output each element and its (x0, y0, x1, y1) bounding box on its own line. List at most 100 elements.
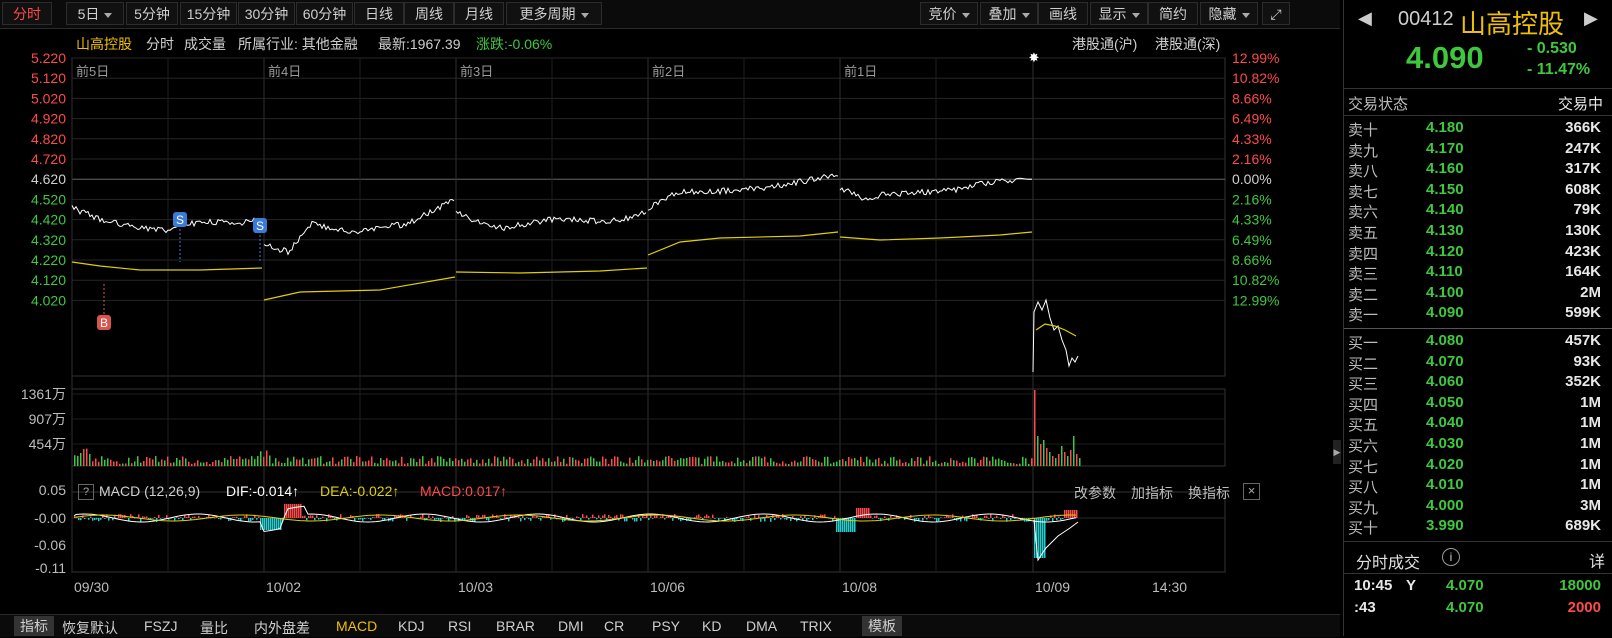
macd-bar (214, 518, 216, 519)
macd-bar (84, 518, 86, 519)
indicator-tab-0[interactable]: 指标 (14, 616, 54, 636)
order-book-row[interactable]: 买四4.0501M (1344, 393, 1612, 414)
order-price: 4.090 (1426, 304, 1464, 321)
order-vol: 1M (1580, 456, 1601, 473)
order-book-row[interactable]: 卖一4.090599K (1344, 303, 1612, 324)
volume-bar (533, 459, 535, 466)
order-book-row[interactable]: 卖九4.170247K (1344, 139, 1612, 160)
close-indicator-icon[interactable]: × (1243, 483, 1260, 500)
order-book-row[interactable]: 买五4.0401M (1344, 413, 1612, 434)
macd-bar (1008, 517, 1010, 518)
order-book-row[interactable]: 卖十4.180366K (1344, 118, 1612, 139)
volume-bar (338, 462, 340, 466)
volume-bar (305, 464, 307, 466)
indicator-tab-3[interactable]: 量比 (200, 618, 228, 638)
order-book-row[interactable]: 卖五4.130130K (1344, 221, 1612, 242)
time-tick-label: 14:30 (1152, 579, 1187, 595)
trades-detail-button[interactable]: 详 (1589, 548, 1605, 572)
volume-toggle[interactable]: 成交量 (184, 34, 226, 54)
pct-tick-label: 12.99% (1232, 292, 1279, 308)
order-label: 买五 (1348, 414, 1378, 435)
volume-bar (308, 459, 310, 466)
macd-bar (858, 508, 860, 518)
order-book-row[interactable]: 卖八4.160317K (1344, 159, 1612, 180)
order-book-row[interactable]: 卖三4.110164K (1344, 262, 1612, 283)
volume-bar (233, 459, 235, 466)
next-stock-icon[interactable]: ▶ (1584, 8, 1598, 29)
indicator-tab-7[interactable]: RSI (448, 618, 471, 634)
volume-bar (917, 457, 919, 466)
volume-bar (302, 458, 304, 466)
indicator-tab-15[interactable]: 模板 (862, 616, 902, 636)
macd-bar (664, 518, 666, 520)
indicator-tab-9[interactable]: DMI (558, 618, 584, 634)
indicator-tab-4[interactable]: 内外盘差 (254, 618, 310, 638)
add-indicator-button[interactable]: 加指标 (1131, 483, 1173, 503)
volume-bar (536, 457, 538, 466)
macd-bar (712, 515, 714, 518)
indicator-tab-11[interactable]: PSY (652, 618, 680, 634)
modify-params-button[interactable]: 改参数 (1074, 483, 1116, 503)
indicator-tab-14[interactable]: TRIX (800, 618, 832, 634)
volume-bar (653, 461, 655, 466)
macd-help-icon[interactable]: ? (78, 484, 94, 500)
volume-bar (875, 459, 877, 466)
hk-connect-sz[interactable]: 港股通(深) (1155, 34, 1220, 54)
hk-connect-sh[interactable]: 港股通(沪) (1072, 34, 1137, 54)
order-vol: 1M (1580, 476, 1601, 493)
order-book-row[interactable]: 卖四4.120423K (1344, 242, 1612, 263)
indicator-tab-12[interactable]: KD (702, 618, 721, 634)
macd-bar (94, 518, 96, 520)
macd-bar (860, 508, 862, 518)
order-book-row[interactable]: 买二4.07093K (1344, 352, 1612, 373)
order-book-row[interactable]: 买九4.0003M (1344, 496, 1612, 517)
current-price: 4.090 (1406, 40, 1484, 76)
macd-bar (518, 517, 520, 518)
volume-bar (401, 457, 403, 466)
order-book-row[interactable]: 买六4.0301M (1344, 434, 1612, 455)
volume-bar (869, 459, 871, 466)
order-book-row[interactable]: 卖六4.14079K (1344, 200, 1612, 221)
volume-bar (980, 460, 982, 466)
order-book-row[interactable]: 卖七4.150608K (1344, 180, 1612, 201)
macd-bar (986, 516, 988, 518)
order-book-row[interactable]: 买三4.060352K (1344, 372, 1612, 393)
order-book-row[interactable]: 买十3.990689K (1344, 516, 1612, 537)
price-tick-label: 4.220 (31, 252, 66, 268)
indicator-tab-2[interactable]: FSZJ (144, 618, 177, 634)
volume-bar (563, 459, 565, 466)
order-book-row[interactable]: 买一4.080457K (1344, 331, 1612, 352)
order-book-row[interactable]: 卖二4.1002M (1344, 283, 1612, 304)
macd-bar (566, 515, 568, 518)
order-book-row[interactable]: 买七4.0201M (1344, 455, 1612, 476)
volume-bar (749, 461, 751, 466)
volume-bar (905, 462, 907, 466)
volume-bar (842, 459, 844, 466)
indicator-tab-1[interactable]: 恢复默认 (62, 618, 118, 638)
indicator-tab-6[interactable]: KDJ (398, 618, 424, 634)
order-book-row[interactable]: 买八4.0101M (1344, 475, 1612, 496)
collapse-panel-handle[interactable]: ▶ (1333, 440, 1341, 464)
indicator-tab-8[interactable]: BRAR (496, 618, 535, 634)
intraday-chart[interactable]: 5.22012.99%5.12010.82%5.0208.66%4.9206.4… (0, 0, 1340, 614)
volume-bar (134, 461, 136, 466)
macd-bar (774, 518, 776, 520)
macd-bar (244, 516, 246, 518)
indicator-tab-5[interactable]: MACD (336, 618, 377, 634)
volume-bar (176, 458, 178, 466)
indicator-tab-10[interactable]: CR (604, 618, 624, 634)
indicator-tab-13[interactable]: DMA (746, 618, 777, 634)
order-label: 买六 (1348, 435, 1378, 456)
switch-indicator-button[interactable]: 换指标 (1188, 483, 1230, 503)
volume-bar (458, 460, 460, 466)
info-icon[interactable]: i (1442, 548, 1460, 566)
macd-bar (288, 504, 290, 518)
volume-bar (701, 464, 703, 466)
macd-bar (236, 517, 238, 518)
price-tick-label: 4.020 (31, 292, 66, 308)
macd-title[interactable]: MACD (12,26,9) (99, 483, 200, 499)
volume-bar (269, 455, 271, 466)
price-tick-label: 4.920 (31, 111, 66, 127)
prev-stock-icon[interactable]: ◀ (1358, 8, 1372, 29)
price-tick-label: 5.120 (31, 70, 66, 86)
